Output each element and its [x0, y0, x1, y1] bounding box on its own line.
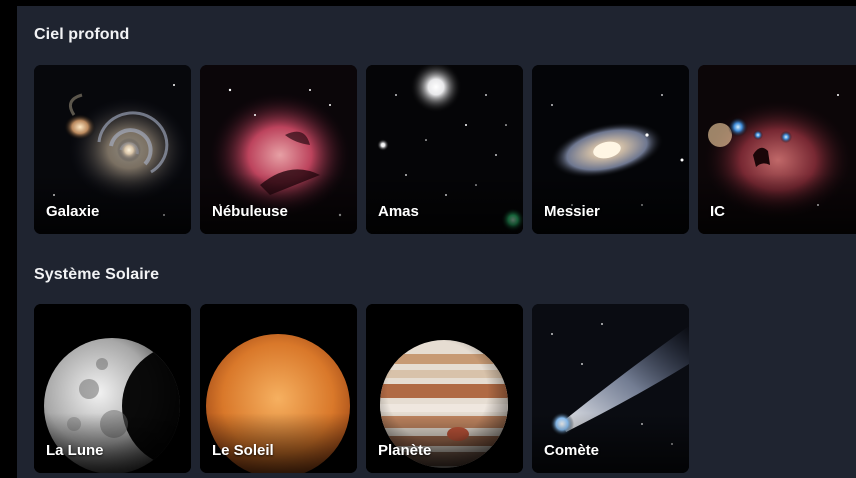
section-title-deep-sky: Ciel profond [34, 26, 130, 43]
card-label: Galaxie [46, 203, 100, 220]
card-label: Messier [544, 203, 600, 220]
card-label: Nébuleuse [212, 203, 288, 220]
card-label: Comète [544, 442, 600, 459]
catalog-panel: Ciel profond Galaxie Nébuleuse Amas Mess… [17, 6, 856, 478]
card-label: Le Soleil [212, 442, 274, 459]
section-title-solar-system: Système Solaire [34, 266, 160, 283]
card-amas[interactable]: Amas [366, 65, 523, 234]
card-label: Amas [378, 203, 419, 220]
card-label: IC [710, 203, 725, 220]
card-messier[interactable]: Messier [532, 65, 689, 234]
card-ic[interactable]: IC [698, 65, 856, 234]
card-label: La Lune [46, 442, 104, 459]
card-galaxie[interactable]: Galaxie [34, 65, 191, 234]
card-label: Planète [378, 442, 432, 459]
card-le-soleil[interactable]: Le Soleil [200, 304, 357, 473]
card-nebuleuse[interactable]: Nébuleuse [200, 65, 357, 234]
card-comete[interactable]: Comète [532, 304, 689, 473]
card-planete[interactable]: Planète [366, 304, 523, 473]
card-la-lune[interactable]: La Lune [34, 304, 191, 473]
